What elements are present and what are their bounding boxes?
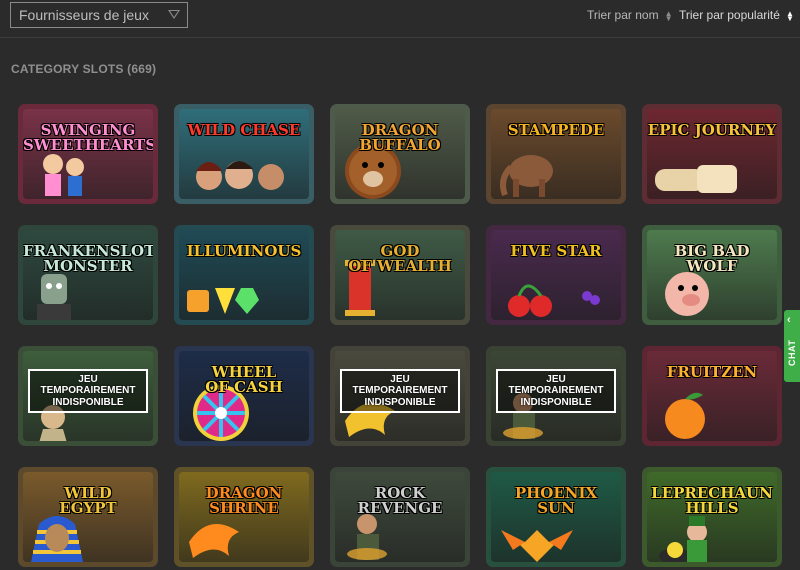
chat-label: CHAT <box>787 339 797 366</box>
game-tile[interactable]: FRUITZEN <box>642 346 782 446</box>
sort-by-name-button[interactable]: Trier par nom ▲ ▼ <box>587 8 673 22</box>
game-tile[interactable]: SWINGING SWEETHEARTS <box>18 104 158 204</box>
provider-select-label: Fournisseurs de jeux <box>19 7 149 23</box>
game-logo: SWINGING SWEETHEARTS <box>23 121 153 154</box>
unavailable-overlay: JEU TEMPORAIREMENT INDISPONIBLE <box>28 369 148 413</box>
game-tile[interactable]: EPIC JOURNEY <box>642 104 782 204</box>
game-logo: DRAGON BUFFALO <box>359 121 441 154</box>
game-logo: ROCK REVENGE <box>357 484 443 517</box>
game-logo: LEPRECHAUN HILLS <box>651 484 773 517</box>
game-thumbnail: GOD OF WEALTH <box>335 230 465 320</box>
game-thumbnail: FRUITZEN <box>647 351 777 441</box>
game-thumbnail: DRAGON BUFFALO <box>335 109 465 199</box>
sort-arrows-icon: ▲ ▼ <box>785 8 794 23</box>
game-tile[interactable]: JEU TEMPORAIREMENT INDISPONIBLE <box>330 346 470 446</box>
game-thumbnail: LEPRECHAUN HILLS <box>647 472 777 562</box>
game-tile[interactable]: WILD CHASE <box>174 104 314 204</box>
toolbar: Fournisseurs de jeux Trier par nom ▲ ▼ Tri… <box>0 0 800 38</box>
category-title: CATEGORY SLOTS (669) <box>11 62 157 76</box>
funnel-icon <box>168 10 180 19</box>
chat-button[interactable]: ‹ CHAT <box>784 310 800 382</box>
game-logo: STAMPEDE <box>507 121 605 139</box>
game-thumbnail: EPIC JOURNEY <box>647 109 777 199</box>
game-logo: EPIC JOURNEY <box>647 121 777 139</box>
game-thumbnail: PHOENIX SUN <box>491 472 621 562</box>
game-logo: WHEEL OF CASH <box>205 363 283 396</box>
unavailable-line-1: JEU TEMPORAIREMENT <box>40 374 136 397</box>
unavailable-line-2: INDISPONIBLE <box>364 396 436 408</box>
game-thumbnail: ROCK REVENGE <box>335 472 465 562</box>
game-tile[interactable]: STAMPEDE <box>486 104 626 204</box>
game-logo: GOD OF WEALTH <box>348 242 452 275</box>
game-grid: SWINGING SWEETHEARTS WILD CHASE DRAGON BUF… <box>18 104 782 570</box>
game-thumbnail: DRAGON SHRINE <box>179 472 309 562</box>
game-tile[interactable]: LEPRECHAUN HILLS <box>642 467 782 567</box>
game-tile[interactable]: BIG BAD WOLF <box>642 225 782 325</box>
unavailable-overlay: JEU TEMPORAIREMENT INDISPONIBLE <box>496 369 616 413</box>
game-thumbnail: JEU TEMPORAIREMENT INDISPONIBLE <box>335 351 465 441</box>
unavailable-overlay: JEU TEMPORAIREMENT INDISPONIBLE <box>340 369 460 413</box>
game-thumbnail: BIG BAD WOLF <box>647 230 777 320</box>
unavailable-line-2: INDISPONIBLE <box>52 396 124 408</box>
game-thumbnail: WILD EGYPT <box>23 472 153 562</box>
game-logo: FIVE STAR <box>510 242 602 260</box>
sort-arrows-icon: ▲ ▼ <box>664 8 673 23</box>
game-tile[interactable]: GOD OF WEALTH <box>330 225 470 325</box>
game-logo: FRUITZEN <box>666 363 758 381</box>
game-tile[interactable]: JEU TEMPORAIREMENT INDISPONIBLE <box>486 346 626 446</box>
game-tile[interactable]: ROCK REVENGE <box>330 467 470 567</box>
game-thumbnail: JEU TEMPORAIREMENT INDISPONIBLE <box>23 351 153 441</box>
game-thumbnail: WILD CHASE <box>179 109 309 199</box>
game-logo: WILD EGYPT <box>59 484 117 517</box>
unavailable-line-2: INDISPONIBLE <box>520 396 592 408</box>
game-thumbnail: STAMPEDE <box>491 109 621 199</box>
sort-by-popularity-button[interactable]: Trier par popularité ▲ ▼ <box>679 8 794 22</box>
unavailable-line-1: JEU TEMPORAIREMENT <box>508 374 604 397</box>
game-thumbnail: SWINGING SWEETHEARTS <box>23 109 153 199</box>
game-tile[interactable]: PHOENIX SUN <box>486 467 626 567</box>
game-tile[interactable]: WILD EGYPT <box>18 467 158 567</box>
game-tile[interactable]: WHEEL OF CASH <box>174 346 314 446</box>
unavailable-line-1: JEU TEMPORAIREMENT <box>352 374 448 397</box>
game-thumbnail: FIVE STAR <box>491 230 621 320</box>
game-tile[interactable]: DRAGON BUFFALO <box>330 104 470 204</box>
sort-by-popularity-label: Trier par popularité <box>679 8 780 22</box>
game-thumbnail: ILLUMINOUS <box>179 230 309 320</box>
game-thumbnail: FRANKENSLOT'S MONSTER <box>23 230 153 320</box>
game-tile[interactable]: JEU TEMPORAIREMENT INDISPONIBLE <box>18 346 158 446</box>
game-logo: WILD CHASE <box>187 121 301 139</box>
game-thumbnail: WHEEL OF CASH <box>179 351 309 441</box>
provider-select[interactable]: Fournisseurs de jeux <box>10 2 188 28</box>
game-tile[interactable]: FRANKENSLOT'S MONSTER <box>18 225 158 325</box>
game-thumbnail: JEU TEMPORAIREMENT INDISPONIBLE <box>491 351 621 441</box>
game-logo: ILLUMINOUS <box>186 242 302 260</box>
game-tile[interactable]: ILLUMINOUS <box>174 225 314 325</box>
game-tile[interactable]: FIVE STAR <box>486 225 626 325</box>
game-logo: FRANKENSLOT'S MONSTER <box>23 242 153 275</box>
chevron-left-icon: ‹ <box>787 314 791 326</box>
sort-by-name-label: Trier par nom <box>587 8 659 22</box>
game-logo: DRAGON SHRINE <box>205 484 283 517</box>
game-tile[interactable]: DRAGON SHRINE <box>174 467 314 567</box>
game-logo: BIG BAD WOLF <box>674 242 750 275</box>
game-logo: PHOENIX SUN <box>514 484 598 517</box>
